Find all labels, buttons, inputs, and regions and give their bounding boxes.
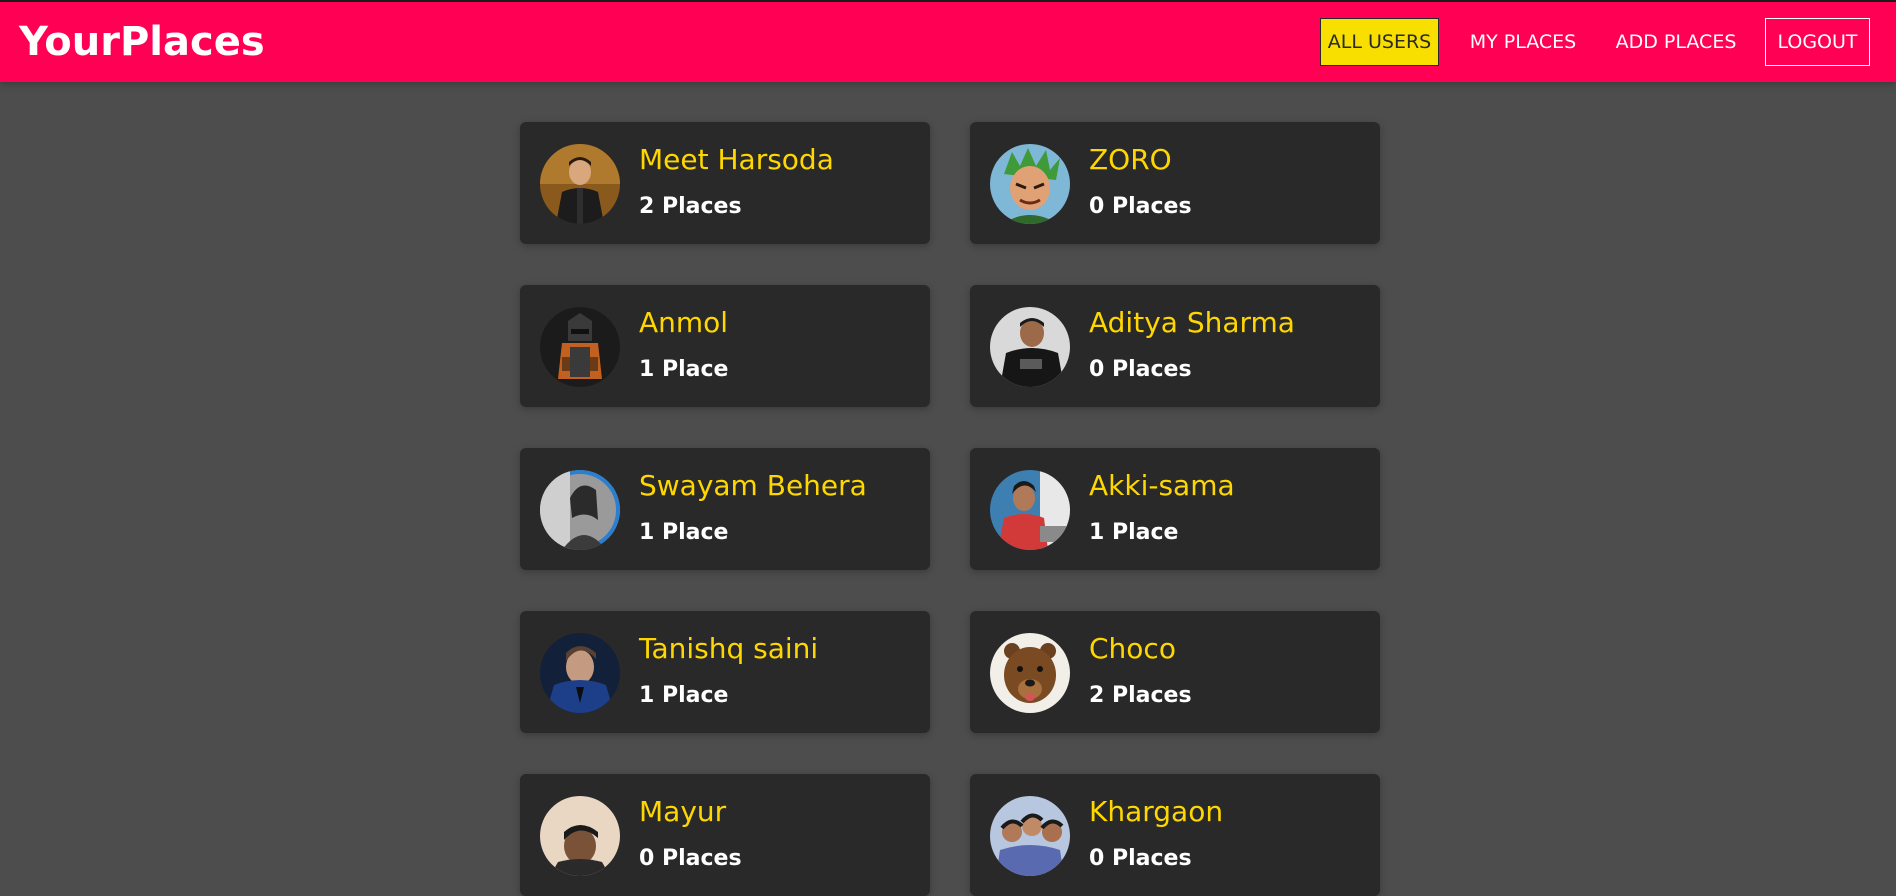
nav-add-places[interactable]: ADD PLACES — [1612, 18, 1740, 66]
user-avatar — [990, 307, 1070, 387]
user-card[interactable]: Choco 2 Places — [970, 611, 1380, 733]
user-name: Anmol — [639, 306, 729, 339]
user-avatar — [990, 144, 1070, 224]
user-place-count: 1 Place — [639, 520, 729, 545]
user-place-count: 0 Places — [1089, 846, 1192, 871]
user-name: Swayam Behera — [639, 469, 867, 502]
user-place-count: 0 Places — [1089, 194, 1192, 219]
user-card[interactable]: Aditya Sharma 0 Places — [970, 285, 1380, 407]
user-name: Mayur — [639, 795, 727, 828]
user-place-count: 1 Place — [639, 683, 729, 708]
user-card[interactable]: ZORO 0 Places — [970, 122, 1380, 244]
user-avatar — [990, 633, 1070, 713]
user-place-count: 1 Place — [1089, 520, 1179, 545]
user-place-count: 0 Places — [1089, 357, 1192, 382]
user-avatar — [540, 470, 620, 550]
user-place-count: 2 Places — [639, 194, 742, 219]
nav-all-users[interactable]: ALL USERS — [1320, 18, 1439, 66]
user-avatar — [990, 470, 1070, 550]
user-name: Tanishq saini — [639, 632, 819, 665]
user-name: Choco — [1089, 632, 1176, 665]
user-avatar — [540, 144, 620, 224]
user-card[interactable]: Meet Harsoda 2 Places — [520, 122, 930, 244]
user-card[interactable]: Tanishq saini 1 Place — [520, 611, 930, 733]
user-avatar — [990, 796, 1070, 876]
user-card[interactable]: Akki-sama 1 Place — [970, 448, 1380, 570]
user-card[interactable]: Mayur 0 Places — [520, 774, 930, 896]
logout-button[interactable]: LOGOUT — [1765, 18, 1870, 66]
user-avatar — [540, 633, 620, 713]
main-header: YourPlaces ALL USERS MY PLACES ADD PLACE… — [0, 0, 1896, 82]
app-logo[interactable]: YourPlaces — [19, 18, 265, 66]
nav-my-places[interactable]: MY PLACES — [1464, 18, 1582, 66]
user-place-count: 0 Places — [639, 846, 742, 871]
user-place-count: 2 Places — [1089, 683, 1192, 708]
user-name: Akki-sama — [1089, 469, 1235, 502]
user-name: ZORO — [1089, 143, 1172, 176]
user-card[interactable]: Khargaon 0 Places — [970, 774, 1380, 896]
user-name: Aditya Sharma — [1089, 306, 1295, 339]
user-name: Khargaon — [1089, 795, 1224, 828]
user-place-count: 1 Place — [639, 357, 729, 382]
user-name: Meet Harsoda — [639, 143, 834, 176]
user-avatar — [540, 796, 620, 876]
user-card[interactable]: Anmol 1 Place — [520, 285, 930, 407]
user-card[interactable]: Swayam Behera 1 Place — [520, 448, 930, 570]
user-avatar — [540, 307, 620, 387]
